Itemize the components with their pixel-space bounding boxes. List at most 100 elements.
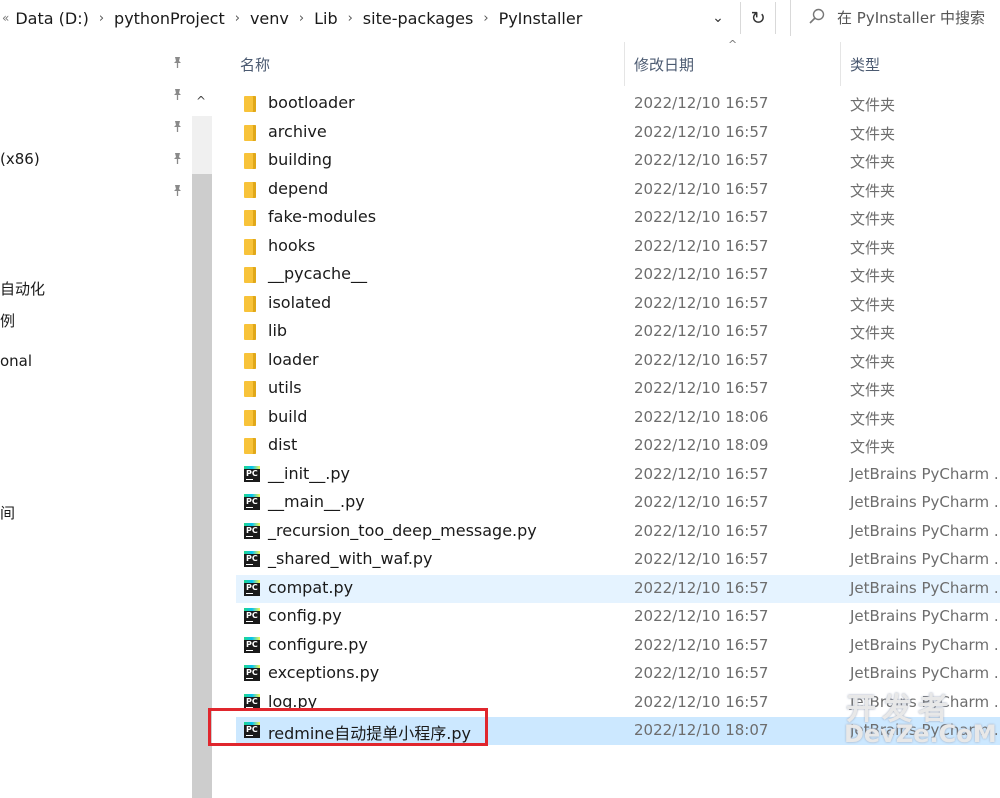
file-type: JetBrains PyCharm ... (850, 521, 1000, 540)
file-type: JetBrains PyCharm ... (850, 664, 1000, 682)
file-modified-date: 2022/12/10 16:57 (634, 521, 769, 540)
file-name: build (268, 406, 308, 426)
folder-row[interactable]: build 2022/12/10 18:06 文件夹 (236, 404, 1000, 432)
column-divider[interactable] (840, 42, 841, 86)
breadcrumb-item[interactable]: venv (250, 9, 289, 28)
file-modified-date: 2022/12/10 18:06 (634, 407, 769, 426)
file-type: 文件夹 (850, 96, 896, 114)
file-modified-date: 2022/12/10 16:57 (634, 607, 769, 625)
column-divider[interactable] (624, 42, 625, 86)
column-header-name[interactable]: 名称 (240, 54, 270, 75)
folder-row[interactable]: lib 2022/12/10 16:57 文件夹 (236, 318, 1000, 346)
file-row[interactable]: PC configure.py 2022/12/10 16:57 JetBrains … (236, 632, 1000, 660)
file-name: isolated (268, 292, 332, 312)
folder-row[interactable]: __pycache__ 2022/12/10 16:57 文件夹 (236, 261, 1000, 289)
breadcrumb-item[interactable]: pythonProject (114, 9, 225, 28)
sort-ascending-icon: ^ (728, 38, 738, 51)
file-name: bootloader (268, 93, 355, 112)
file-modified-date: 2022/12/10 16:57 (634, 265, 769, 283)
pycharm-file-icon: PC (244, 551, 260, 568)
folder-row[interactable]: depend 2022/12/10 16:57 文件夹 (236, 176, 1000, 204)
nav-item[interactable]: 例 (0, 310, 15, 331)
folder-icon (244, 381, 258, 397)
file-modified-date: 2022/12/10 18:07 (634, 721, 769, 739)
file-type: 文件夹 (850, 210, 896, 228)
highlight-annotation (208, 708, 488, 746)
pycharm-file-icon: PC (244, 494, 260, 511)
file-name: archive (268, 121, 327, 141)
file-modified-date: 2022/12/10 16:57 (634, 122, 769, 141)
folder-row[interactable]: hooks 2022/12/10 16:57 文件夹 (236, 233, 1000, 261)
file-name: dist (268, 435, 298, 454)
file-type: 文件夹 (850, 352, 896, 371)
folder-row[interactable]: utils 2022/12/10 16:57 文件夹 (236, 375, 1000, 403)
scroll-up-arrow[interactable]: ^ (192, 94, 210, 112)
file-row[interactable]: PC config.py 2022/12/10 16:57 JetBrains PyC… (236, 603, 1000, 631)
column-header-type[interactable]: 类型 (850, 54, 880, 75)
file-name: hooks (268, 235, 316, 255)
breadcrumb-item[interactable]: PyInstaller (499, 9, 583, 28)
folder-icon (244, 438, 258, 454)
nav-scrollbar-thumb[interactable] (192, 174, 212, 798)
nav-item[interactable]: onal (0, 352, 32, 370)
folder-icon (244, 153, 258, 169)
folder-row[interactable]: archive 2022/12/10 16:57 文件夹 (236, 119, 1000, 147)
pin-icon[interactable] (171, 88, 185, 102)
file-modified-date: 2022/12/10 16:57 (634, 493, 769, 511)
nav-item[interactable]: (x86) (0, 150, 40, 168)
search-input[interactable] (837, 9, 1000, 27)
file-name: _shared_with_waf.py (268, 549, 433, 568)
breadcrumb-separator-icon[interactable]: › (348, 11, 353, 26)
folder-icon (244, 295, 258, 312)
folder-row[interactable]: building 2022/12/10 16:57 文件夹 (236, 147, 1000, 175)
file-name: _recursion_too_deep_message.py (268, 520, 537, 540)
file-type: JetBrains PyCharm ... (850, 493, 1000, 511)
breadcrumb-separator-icon[interactable]: › (483, 11, 488, 26)
pin-icon[interactable] (171, 120, 185, 134)
breadcrumb-separator-icon[interactable]: › (235, 11, 240, 26)
pin-icon[interactable] (171, 56, 185, 70)
file-modified-date: 2022/12/10 16:57 (634, 379, 769, 397)
file-row[interactable]: PC __init__.py 2022/12/10 16:57 JetBrains P… (236, 461, 1000, 489)
folder-row[interactable]: fake-modules 2022/12/10 16:57 文件夹 (236, 204, 1000, 232)
search-box[interactable] (790, 0, 1000, 36)
file-modified-date: 2022/12/10 16:57 (634, 322, 769, 340)
pin-icon[interactable] (171, 184, 185, 198)
column-header-modified[interactable]: 修改日期 (634, 54, 694, 75)
file-type: 文件夹 (850, 153, 896, 171)
file-row[interactable]: PC _recursion_too_deep_message.py 2022/12/… (236, 518, 1000, 546)
address-history-dropdown[interactable]: ⌄ (704, 4, 732, 32)
refresh-button[interactable]: ↻ (740, 2, 776, 34)
breadcrumb[interactable]: « Data (D:) › pythonProject › venv › Lib › site-p… (0, 0, 735, 36)
pin-icon[interactable] (171, 152, 185, 166)
file-type: 文件夹 (850, 124, 896, 143)
file-name: utils (268, 378, 302, 397)
file-row[interactable]: PC _shared_with_waf.py 2022/12/10 16:57 Jet… (236, 546, 1000, 574)
breadcrumb-item[interactable]: Data (D:) (15, 9, 88, 28)
breadcrumb-item[interactable]: Lib (314, 9, 338, 28)
nav-item[interactable]: 间 (0, 502, 15, 523)
breadcrumb-separator-icon[interactable]: › (99, 11, 104, 26)
file-modified-date: 2022/12/10 16:57 (634, 208, 769, 226)
folder-row[interactable]: loader 2022/12/10 16:57 文件夹 (236, 347, 1000, 375)
file-name: compat.py (268, 577, 354, 597)
nav-item[interactable]: 自动化 (0, 278, 45, 299)
folder-icon (244, 124, 258, 141)
file-name: loader (268, 349, 319, 369)
breadcrumb-overflow-icon[interactable]: « (2, 11, 9, 25)
file-type: JetBrains PyCharm ... (850, 464, 1000, 483)
watermark-bottom-text: DevZe.CoM (844, 720, 997, 748)
folder-row[interactable]: isolated 2022/12/10 16:57 文件夹 (236, 290, 1000, 318)
file-modified-date: 2022/12/10 18:09 (634, 436, 769, 454)
file-modified-date: 2022/12/10 16:57 (634, 578, 769, 597)
folder-row[interactable]: bootloader 2022/12/10 16:57 文件夹 (236, 90, 1000, 118)
file-row[interactable]: PC __main__.py 2022/12/10 16:57 JetBrains P… (236, 489, 1000, 517)
breadcrumb-item[interactable]: site-packages (363, 9, 474, 28)
breadcrumb-separator-icon[interactable]: › (299, 11, 304, 26)
folder-row[interactable]: dist 2022/12/10 18:09 文件夹 (236, 432, 1000, 460)
file-name: building (268, 150, 333, 169)
address-bar: « Data (D:) › pythonProject › venv › Lib › site-p… (0, 0, 1000, 36)
file-row[interactable]: PC compat.py 2022/12/10 16:57 JetBrains PyC… (236, 574, 1000, 603)
file-modified-date: 2022/12/10 16:57 (634, 179, 769, 198)
pycharm-file-icon: PC (244, 522, 260, 540)
